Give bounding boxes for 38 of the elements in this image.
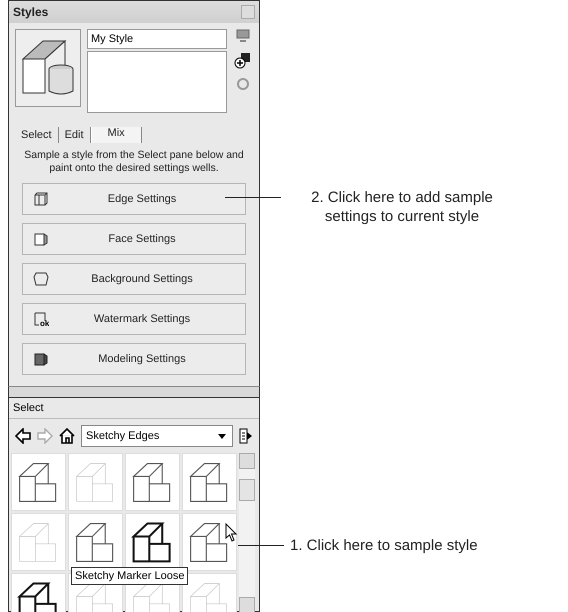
style-thumbnail[interactable] xyxy=(182,453,237,511)
scrollbar[interactable] xyxy=(239,453,255,612)
back-arrow-icon[interactable] xyxy=(15,428,31,444)
create-style-icon[interactable] xyxy=(234,51,252,69)
tooltip: Sketchy Marker Loose xyxy=(71,567,188,585)
leader-line xyxy=(238,545,284,546)
collection-dropdown[interactable]: Sketchy Edges xyxy=(81,425,233,447)
caret-icon xyxy=(218,434,226,438)
callout-text: 1. Click here to sample style xyxy=(290,536,478,555)
style-description-field[interactable] xyxy=(87,51,227,113)
pane-splitter[interactable] xyxy=(8,386,260,398)
settings-button[interactable]: ok Watermark Settings xyxy=(22,303,246,335)
tab[interactable]: Select xyxy=(15,127,59,143)
callout-text: 2. Click here to add sample settings to current style xyxy=(310,188,494,226)
tab[interactable]: Mix xyxy=(90,127,142,143)
monitor-icon[interactable] xyxy=(236,29,250,43)
edge-settings-icon xyxy=(33,191,49,207)
mouse-pointer-icon xyxy=(225,523,239,543)
style-thumbnail[interactable] xyxy=(11,453,66,511)
leader-line xyxy=(225,197,281,198)
panel-title: Styles xyxy=(13,5,48,19)
settings-button[interactable]: Background Settings xyxy=(22,263,246,295)
settings-button[interactable]: Modeling Settings xyxy=(22,343,246,375)
instructions-text: Sample a style from the Select pane below and paint onto the desired settings wells. xyxy=(23,149,245,175)
pane-title: Select xyxy=(9,398,259,419)
style-thumbnail[interactable] xyxy=(125,453,180,511)
style-thumbnail[interactable] xyxy=(11,513,66,571)
background-settings-icon xyxy=(33,271,49,287)
face-settings-icon xyxy=(33,231,49,247)
home-icon[interactable] xyxy=(59,428,75,444)
details-icon[interactable] xyxy=(239,428,253,444)
style-thumbnail[interactable] xyxy=(182,513,237,571)
style-thumbnail[interactable] xyxy=(68,453,123,511)
style-name-field[interactable]: My Style xyxy=(87,29,227,49)
style-thumbnail[interactable] xyxy=(68,513,123,571)
modeling-settings-icon xyxy=(33,351,49,367)
settings-button[interactable]: Face Settings xyxy=(22,223,246,255)
settings-button[interactable]: Edge Settings xyxy=(22,183,246,215)
